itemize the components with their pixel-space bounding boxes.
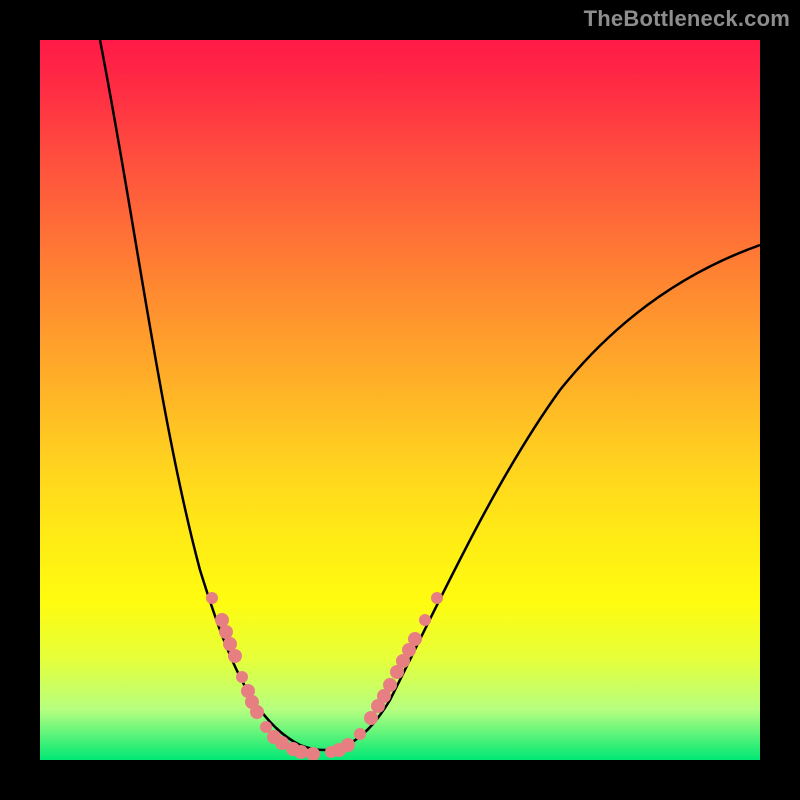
chart-container: TheBottleneck.com — [0, 0, 800, 800]
data-points — [206, 592, 443, 760]
watermark: TheBottleneck.com — [584, 6, 790, 32]
bottleneck-curve — [100, 40, 760, 750]
plot-area — [40, 40, 760, 760]
curve-svg — [40, 40, 760, 760]
